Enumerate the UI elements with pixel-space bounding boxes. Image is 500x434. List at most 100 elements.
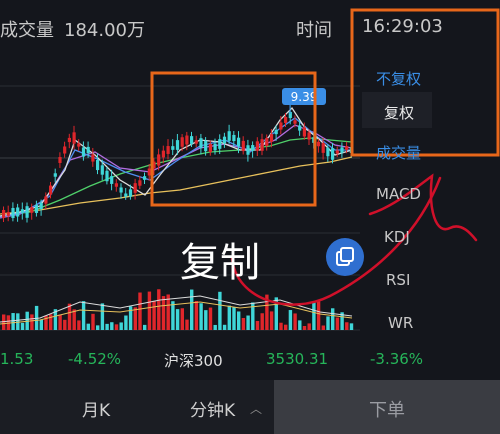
tab-month-k[interactable]: 月K <box>82 396 110 421</box>
candle <box>284 116 288 124</box>
candle <box>260 139 264 151</box>
candle <box>269 134 274 142</box>
volume-bar <box>331 308 335 330</box>
candle <box>255 141 259 151</box>
volume-bar <box>284 324 288 330</box>
index-name[interactable]: 沪深300 <box>164 350 223 371</box>
candle <box>58 157 62 163</box>
candle <box>138 180 142 186</box>
left-change: -4.52% <box>68 350 122 368</box>
volume-bar <box>199 303 203 330</box>
candle <box>25 206 29 218</box>
candle <box>213 143 217 151</box>
candle <box>227 131 231 141</box>
candle <box>340 147 344 153</box>
volume-bar <box>326 316 330 330</box>
volume-bar <box>227 305 231 330</box>
chevron-up-icon: ︿ <box>250 402 263 416</box>
volume-label: 成交量 <box>0 20 54 41</box>
candle <box>67 137 71 143</box>
copy-icon[interactable] <box>326 238 364 276</box>
candle <box>133 183 137 193</box>
candle <box>105 170 109 182</box>
volume-bar <box>269 311 274 330</box>
candle <box>316 141 321 147</box>
candle <box>218 139 222 149</box>
candle <box>180 137 184 147</box>
stock-chart[interactable]: 9.39 <box>0 0 500 434</box>
volume-bar <box>237 311 241 330</box>
menu-item-wr[interactable]: WR <box>388 314 413 332</box>
candle <box>34 205 39 213</box>
volume-bar <box>110 322 114 330</box>
candle <box>335 150 339 154</box>
volume-bar <box>11 313 15 330</box>
candle <box>175 140 180 150</box>
volume-bar <box>194 301 199 330</box>
candle <box>77 143 81 147</box>
candle <box>20 209 24 213</box>
candle <box>331 148 335 160</box>
volume-bar <box>157 289 161 330</box>
order-button[interactable]: 下单 <box>274 380 500 434</box>
volume-bar <box>143 324 147 330</box>
volume-bar <box>124 315 128 330</box>
candle <box>326 147 330 157</box>
volume-bar <box>77 320 81 330</box>
volume-bar <box>312 301 316 330</box>
volume-bar <box>345 322 349 330</box>
menu-item-volume[interactable]: 成交量 <box>376 142 421 163</box>
volume-bar <box>171 301 175 330</box>
volume-bar <box>241 318 246 330</box>
volume-bar <box>161 296 166 330</box>
volume-bar <box>133 307 137 330</box>
volume-bar <box>81 301 86 330</box>
candle <box>53 173 57 177</box>
candle <box>86 146 90 154</box>
volume-bar <box>293 313 297 330</box>
candle <box>6 212 10 216</box>
volume-bar <box>255 320 260 330</box>
candle <box>16 207 20 217</box>
copy-text[interactable]: 复制 <box>180 230 260 288</box>
candle <box>293 120 297 124</box>
volume-bar <box>147 291 152 330</box>
candle <box>307 132 311 140</box>
candle <box>279 122 283 130</box>
candle <box>72 132 76 144</box>
menu-item-adjust[interactable]: 复权 <box>384 102 414 123</box>
menu-item-rsi[interactable]: RSI <box>386 271 410 289</box>
volume-bar <box>335 317 340 330</box>
volume-bar <box>175 309 180 330</box>
menu-item-macd[interactable]: MACD <box>376 185 421 203</box>
candle <box>157 154 161 166</box>
candle <box>81 147 86 157</box>
candle <box>321 143 325 153</box>
volume-bar <box>58 314 62 330</box>
candle <box>166 146 170 154</box>
candle <box>241 140 245 152</box>
candle <box>124 193 128 197</box>
candle <box>222 136 227 144</box>
volume-bar <box>213 324 217 330</box>
candle <box>199 138 203 148</box>
volume-bar <box>190 289 194 330</box>
volume-bar <box>105 323 109 330</box>
candle <box>265 137 269 147</box>
candle <box>128 189 133 197</box>
volume-bar <box>298 320 302 330</box>
menu-item-kdj[interactable]: KDJ <box>384 228 410 246</box>
volume-bar <box>307 323 311 330</box>
volume-bar <box>63 319 67 330</box>
volume-bar <box>316 300 321 330</box>
volume-bar <box>302 325 307 330</box>
tab-minute-k[interactable]: 分钟K <box>190 396 235 421</box>
volume-bar <box>232 307 236 330</box>
volume-bar <box>208 307 213 330</box>
candle <box>91 154 95 162</box>
volume-bar <box>166 294 170 330</box>
volume-bar <box>204 310 208 330</box>
menu-item-no-adjust[interactable]: 不复权 <box>376 68 421 89</box>
candle <box>204 140 208 152</box>
candle <box>190 136 194 144</box>
